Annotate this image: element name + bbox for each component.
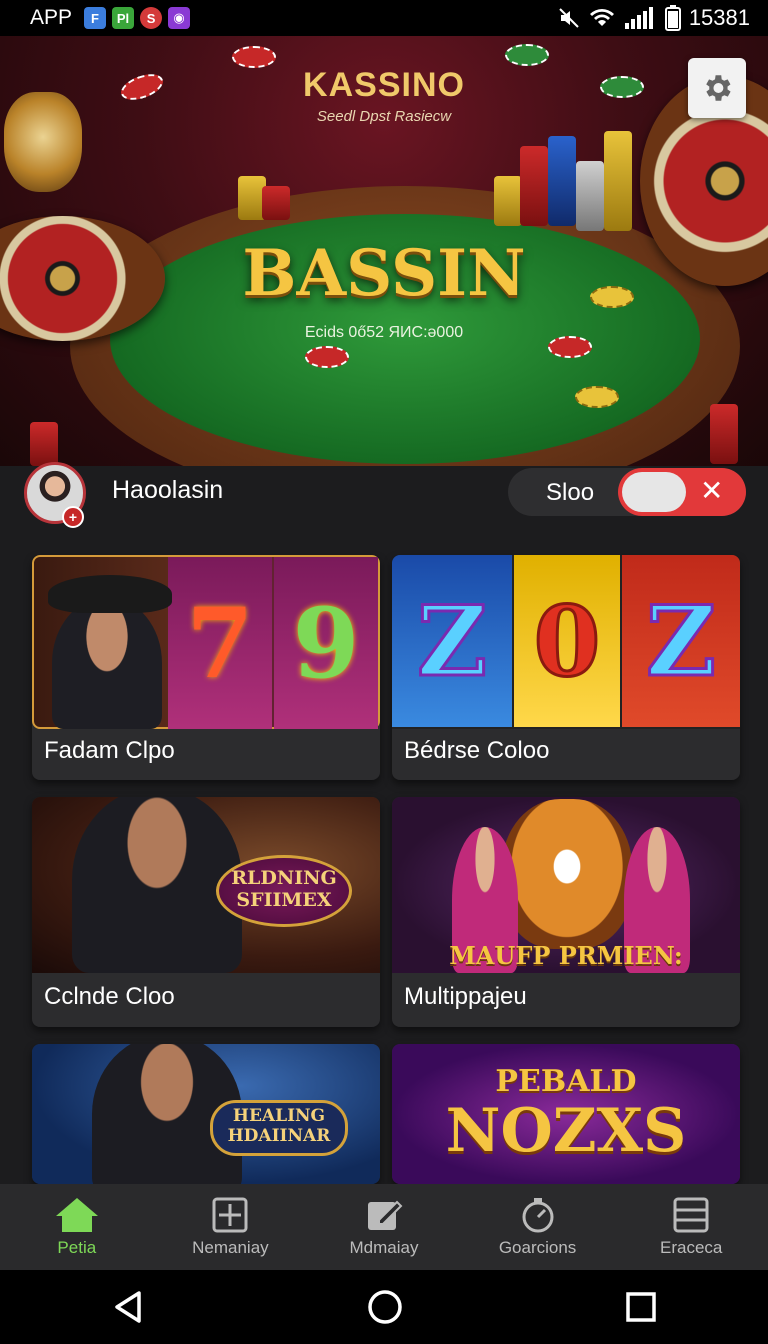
game-card[interactable]: Z 0 Z Bédrse Coloo: [392, 555, 740, 780]
game-card[interactable]: HEALING HDAIINAR: [32, 1044, 380, 1184]
user-bar: + Haoolasin Sloo ✕: [0, 462, 768, 528]
nav-label: Nemaniay: [192, 1238, 269, 1257]
chip-stack: [262, 186, 290, 220]
signal-icon: [624, 7, 653, 29]
slot-reel: Z: [392, 555, 512, 727]
game-art: Z 0 Z: [392, 555, 740, 729]
nav-label: Eraceca: [659, 1238, 723, 1257]
chip-stack: [710, 404, 738, 464]
lamp-illustration: [4, 92, 82, 192]
app-blue-icon: F: [84, 7, 107, 29]
game-card[interactable]: MAUFP PRMIEN: Multippajeu: [392, 797, 740, 1027]
game-art: MAUFP PRMIEN:: [392, 797, 740, 973]
banner-text-top: PEBALD: [495, 1064, 637, 1099]
settings-button[interactable]: [688, 58, 746, 118]
toggle-label: Sloo: [546, 479, 595, 506]
status-time: 15381: [688, 5, 750, 30]
nav-item-4[interactable]: Goarcions: [461, 1184, 615, 1270]
game-art: PEBALD NOZXS: [392, 1044, 740, 1184]
recents-icon[interactable]: [625, 1291, 657, 1323]
timer-icon: [522, 1198, 554, 1233]
banner-text: MAUFP PRMIEN:: [449, 941, 683, 970]
slot-reel: 9: [274, 557, 378, 729]
game-art: HEALING HDAIINAR: [32, 1044, 380, 1184]
chip-icon: [305, 346, 349, 368]
game-card[interactable]: RLDNING SFIIMEX Cclnde Cloo: [32, 797, 380, 1027]
home-circle-icon[interactable]: [367, 1289, 403, 1325]
banner-text: RLDNING SFIIMEX: [231, 867, 337, 911]
bottom-nav: Petia Nemaniay Mdmaiay Goarcions Eraceca: [0, 1184, 768, 1270]
chip-stack: [494, 176, 522, 226]
slot-reel: 7: [168, 557, 272, 729]
chip-stack: [548, 136, 576, 226]
banner-text: HEALING HDAIINAR: [227, 1106, 331, 1146]
game-art: RLDNING SFIIMEX: [32, 797, 380, 973]
nav-label: Petia: [57, 1238, 97, 1257]
hero-title: BASSIN: [242, 236, 526, 311]
hero-code: Ecids 0ő52 ЯИС:ǝ000: [304, 324, 464, 341]
grid-plus-icon: [212, 1197, 248, 1233]
game-title: Multippajeu: [404, 983, 527, 1010]
chip-stack: [604, 131, 632, 231]
game-art: 7 9: [32, 555, 380, 729]
chip-icon: [575, 386, 619, 408]
chip-icon: [232, 46, 276, 68]
list-icon: [673, 1197, 709, 1233]
nav-item-2[interactable]: Nemaniay: [154, 1184, 308, 1270]
status-app-label: APP: [30, 6, 73, 29]
chip-stack: [576, 161, 604, 231]
nav-label: Goarcions: [498, 1238, 577, 1257]
game-title: Fadam Clpo: [44, 737, 175, 764]
game-title: Cclnde Cloo: [44, 983, 175, 1010]
gear-icon: [706, 75, 731, 101]
slot-reel: 0: [514, 555, 620, 727]
game-card[interactable]: PEBALD NOZXS: [392, 1044, 740, 1184]
tiger-illustration: [502, 799, 632, 949]
nav-label: Mdmaiay: [349, 1238, 419, 1257]
nav-item-5[interactable]: Eraceca: [614, 1184, 768, 1270]
hero-brand: KASSINO: [303, 66, 465, 104]
battery-icon: [664, 5, 681, 31]
home-icon: [55, 1198, 98, 1232]
system-nav-bar: [0, 1270, 768, 1344]
edit-icon: [367, 1200, 403, 1230]
chip-icon: [505, 44, 549, 66]
chip-stack: [30, 422, 58, 466]
toggle-switch[interactable]: ✕: [618, 468, 746, 516]
toggle-knob: [622, 472, 686, 512]
chip-stack: [520, 146, 548, 226]
game-card[interactable]: 7 9 Fadam Clpo: [32, 555, 380, 780]
banner-text-main: NOZXS: [445, 1096, 687, 1166]
nav-item-3[interactable]: Mdmaiay: [307, 1184, 461, 1270]
hero-subtitle: Seedl Dpst Rasiecw: [316, 108, 452, 125]
nav-item-home[interactable]: Petia: [0, 1184, 154, 1270]
mute-icon: [559, 8, 579, 28]
close-icon: ✕: [700, 475, 724, 506]
wifi-icon: [589, 9, 614, 26]
app-green-icon: Pl: [112, 7, 135, 29]
status-bar: APP F Pl S ◉ 15381: [0, 0, 768, 36]
add-badge-icon[interactable]: +: [62, 506, 84, 528]
hero-banner[interactable]: KASSINO Seedl Dpst Rasiecw BASSIN Ecids …: [0, 36, 768, 466]
slot-reel: Z: [622, 555, 740, 727]
host-illustration: [52, 597, 162, 729]
app-red-icon: S: [140, 7, 163, 29]
toggle-container: Sloo ✕: [508, 468, 746, 516]
username: Haoolasin: [112, 476, 224, 504]
game-title: Bédrse Coloo: [404, 737, 550, 764]
app-purple-icon: ◉: [168, 7, 191, 29]
back-icon[interactable]: [111, 1289, 145, 1325]
hat-illustration: [48, 575, 172, 613]
